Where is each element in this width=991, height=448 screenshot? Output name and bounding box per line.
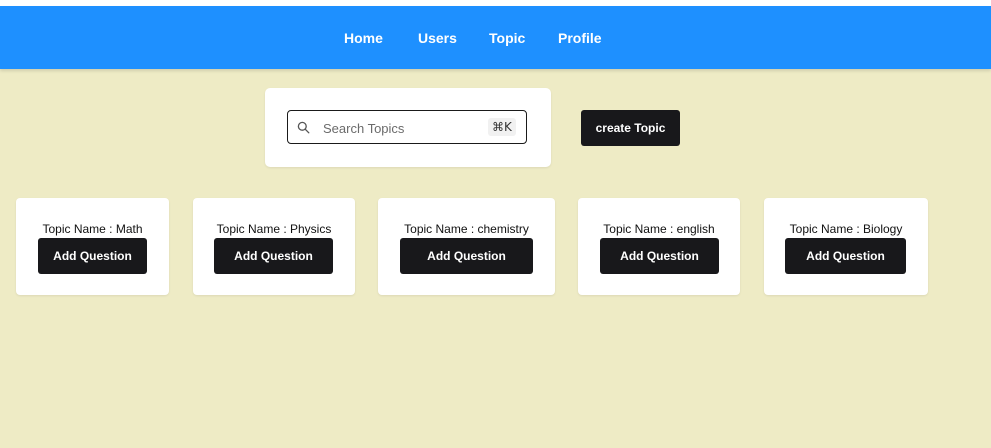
- add-question-button[interactable]: Add Question: [214, 238, 333, 274]
- add-question-button[interactable]: Add Question: [38, 238, 147, 274]
- topic-name: Topic Name : Physics: [216, 222, 332, 236]
- nav-link-users[interactable]: Users: [418, 30, 457, 46]
- topic-card-chemistry: Topic Name : chemistry Add Question: [378, 198, 555, 295]
- topic-card-math: Topic Name : Math Add Question: [16, 198, 169, 295]
- nav-link-home[interactable]: Home: [344, 30, 383, 46]
- add-question-button[interactable]: Add Question: [400, 238, 533, 274]
- search-box[interactable]: ⌘K: [287, 110, 527, 144]
- nav-link-profile[interactable]: Profile: [558, 30, 602, 46]
- topic-name: Topic Name : Biology: [789, 222, 903, 236]
- topic-name: Topic Name : english: [603, 222, 715, 236]
- add-question-button[interactable]: Add Question: [785, 238, 906, 274]
- topic-card-english: Topic Name : english Add Question: [578, 198, 740, 295]
- topic-card-physics: Topic Name : Physics Add Question: [193, 198, 355, 295]
- create-topic-button[interactable]: create Topic: [581, 110, 680, 146]
- search-input[interactable]: [323, 119, 483, 137]
- add-question-button[interactable]: Add Question: [600, 238, 719, 274]
- topic-name: Topic Name : chemistry: [404, 222, 529, 236]
- keyboard-shortcut-badge: ⌘K: [488, 118, 516, 136]
- search-card: ⌘K: [265, 88, 551, 167]
- nav-link-topic[interactable]: Topic: [489, 30, 525, 46]
- search-icon: [297, 121, 310, 134]
- topic-card-biology: Topic Name : Biology Add Question: [764, 198, 928, 295]
- topic-name: Topic Name : Math: [42, 222, 143, 236]
- navbar: Home Users Topic Profile: [0, 6, 991, 69]
